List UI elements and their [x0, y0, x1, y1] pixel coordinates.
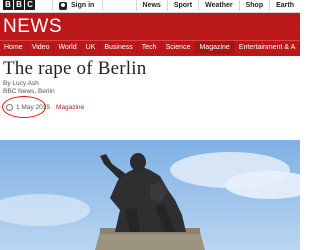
nav-video[interactable]: Video — [28, 41, 55, 55]
nav-tech[interactable]: Tech — [138, 41, 162, 55]
top-nav: News Sport Weather Shop Earth — [135, 0, 300, 11]
main-nav: Home Video World UK Business Tech Scienc… — [0, 40, 301, 55]
byline: By Lucy Ash BBC News, Berlin — [3, 80, 55, 96]
author: By Lucy Ash — [3, 80, 39, 87]
location: BBC News, Berlin — [3, 88, 55, 95]
bbc-logo-letter: C — [25, 0, 35, 10]
nav-science[interactable]: Science — [162, 41, 196, 55]
news-title[interactable]: NEWS — [3, 15, 62, 38]
memorial-statue-image — [0, 140, 300, 250]
bbc-logo[interactable]: B B C — [3, 0, 35, 10]
bbc-logo-letter: B — [3, 0, 13, 10]
article-headline: The rape of Berlin — [3, 58, 147, 79]
nav-world[interactable]: World — [54, 41, 82, 55]
sign-in-button[interactable]: Sign in — [52, 0, 104, 11]
sign-in-label: Sign in — [71, 2, 95, 9]
top-nav-sport[interactable]: Sport — [166, 0, 198, 11]
highlight-circle — [2, 96, 46, 118]
nav-uk[interactable]: UK — [82, 41, 101, 55]
top-bar: B B C Sign in News Sport Weather Shop Ea… — [0, 0, 300, 13]
user-icon — [59, 1, 67, 10]
nav-magazine[interactable]: Magazine — [195, 41, 235, 55]
nav-divider — [0, 54, 300, 56]
nav-entertainment[interactable]: Entertainment & A — [235, 41, 301, 55]
nav-business[interactable]: Business — [100, 41, 138, 55]
article-photo — [0, 140, 300, 250]
news-header: NEWS — [0, 13, 300, 40]
nav-home[interactable]: Home — [0, 41, 28, 55]
top-nav-news[interactable]: News — [135, 0, 167, 11]
section-link[interactable]: Magazine — [56, 104, 84, 111]
bbc-logo-letter: B — [14, 0, 24, 10]
top-nav-shop[interactable]: Shop — [238, 0, 270, 11]
top-nav-earth[interactable]: Earth — [269, 0, 300, 11]
top-nav-weather[interactable]: Weather — [198, 0, 239, 11]
